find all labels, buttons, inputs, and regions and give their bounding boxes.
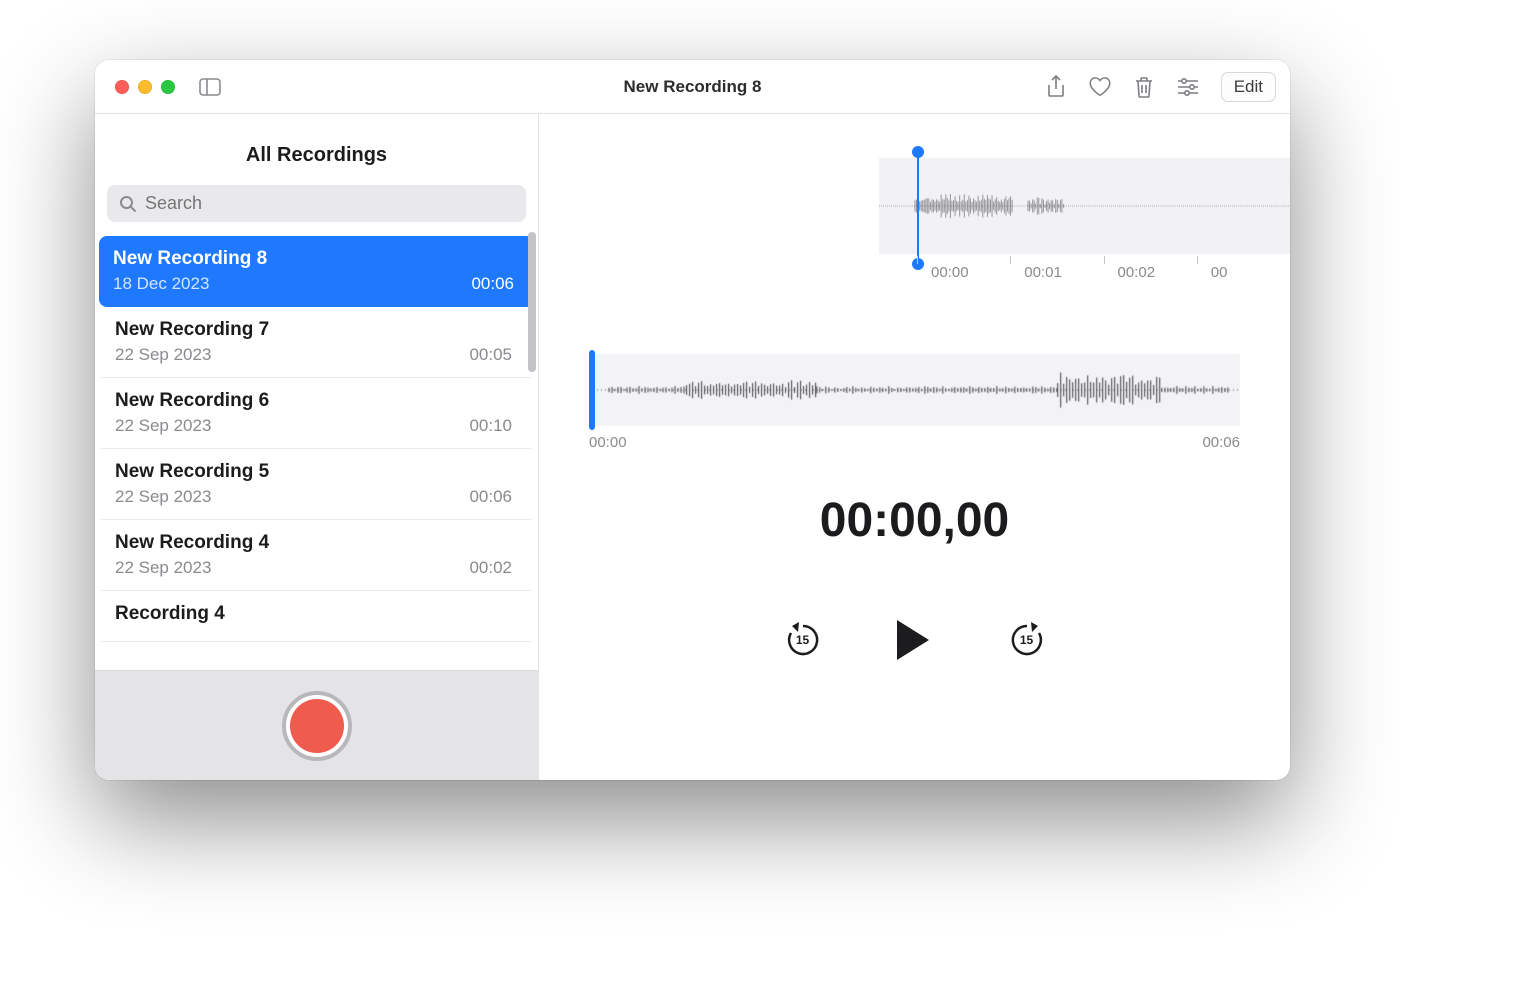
sidebar-toggle-icon[interactable] (199, 78, 221, 96)
recording-date: 22 Sep 2023 (115, 487, 211, 507)
scrollbar-thumb[interactable] (528, 232, 536, 372)
recording-duration: 00:02 (469, 558, 512, 578)
close-window-button[interactable] (115, 80, 129, 94)
recordings-list[interactable]: New Recording 818 Dec 202300:06New Recor… (95, 232, 538, 670)
recording-item[interactable]: Recording 4 (101, 591, 532, 642)
window-controls (95, 80, 175, 94)
recording-item[interactable]: New Recording 7 22 Sep 2023 00:05 (101, 307, 532, 378)
recording-name: New Recording 5 (115, 461, 512, 483)
waveform-overview[interactable]: 00:0000:0100:0200 (539, 114, 1290, 314)
toolbar-right: Edit (1045, 72, 1290, 102)
recording-item[interactable]: New Recording 4 22 Sep 2023 00:02 (101, 520, 532, 591)
overview-tick: 00 (1197, 258, 1290, 288)
recording-date: 18 Dec 2023 (113, 274, 209, 294)
recording-duration: 00:06 (469, 487, 512, 507)
detail-playhead[interactable] (589, 350, 595, 430)
minimize-window-button[interactable] (138, 80, 152, 94)
recording-date: 22 Sep 2023 (115, 558, 211, 578)
recording-name: New Recording 8 (113, 248, 514, 270)
skip-forward-button[interactable]: 15 (1007, 620, 1047, 660)
current-time-display: 00:00,00 (539, 493, 1290, 548)
overview-tick: 00:02 (1104, 258, 1197, 288)
search-icon (119, 195, 137, 213)
recording-name: New Recording 4 (115, 532, 512, 554)
recording-name: New Recording 6 (115, 390, 512, 412)
window-body: All Recordings New Recording 8 18 Dec 202… (95, 114, 1290, 780)
recording-date: 22 Sep 2023 (115, 345, 211, 365)
playback-controls: 15 15 (539, 618, 1290, 662)
recording-item[interactable]: New Recording 8 18 Dec 2023 00:06 (99, 236, 534, 307)
recording-name: Recording 4 (115, 603, 512, 625)
edit-button[interactable]: Edit (1221, 72, 1276, 102)
skip-back-button[interactable]: 15 (783, 620, 823, 660)
sidebar: All Recordings New Recording 8 18 Dec 202… (95, 114, 539, 780)
main-panel: 00:0000:0100:0200 00:00 00:06 00:00,00 (539, 114, 1290, 780)
play-icon (893, 618, 933, 662)
titlebar: New Recording 8 (95, 60, 1290, 114)
recording-name: New Recording 7 (115, 319, 512, 341)
search-field[interactable] (145, 193, 514, 214)
overview-time-ticks: 00:0000:0100:0200 (879, 258, 1290, 288)
overview-tick: 00:00 (917, 258, 1010, 288)
recording-item[interactable]: New Recording 5 22 Sep 2023 00:06 (101, 449, 532, 520)
overview-playhead[interactable] (917, 152, 919, 264)
detail-start-time: 00:00 (589, 434, 627, 451)
recording-duration: 00:05 (469, 345, 512, 365)
waveform-detail[interactable] (589, 354, 1240, 426)
trash-icon[interactable] (1133, 76, 1155, 98)
sidebar-footer (95, 670, 538, 780)
settings-sliders-icon[interactable] (1177, 76, 1199, 98)
app-window: New Recording 8 (95, 60, 1290, 780)
favorite-icon[interactable] (1089, 76, 1111, 98)
recording-duration: 00:06 (471, 274, 514, 294)
recording-date: 22 Sep 2023 (115, 416, 211, 436)
share-icon[interactable] (1045, 76, 1067, 98)
recording-item[interactable]: New Recording 6 22 Sep 2023 00:10 (101, 378, 532, 449)
detail-time-range: 00:00 00:06 (589, 434, 1240, 451)
overview-tick: 00:01 (1010, 258, 1103, 288)
zoom-window-button[interactable] (161, 80, 175, 94)
recording-duration: 00:10 (469, 416, 512, 436)
record-button[interactable] (282, 691, 352, 761)
search-input[interactable] (107, 185, 526, 222)
detail-end-time: 00:06 (1202, 434, 1240, 451)
sidebar-header: All Recordings (95, 114, 538, 185)
play-button[interactable] (893, 618, 937, 662)
